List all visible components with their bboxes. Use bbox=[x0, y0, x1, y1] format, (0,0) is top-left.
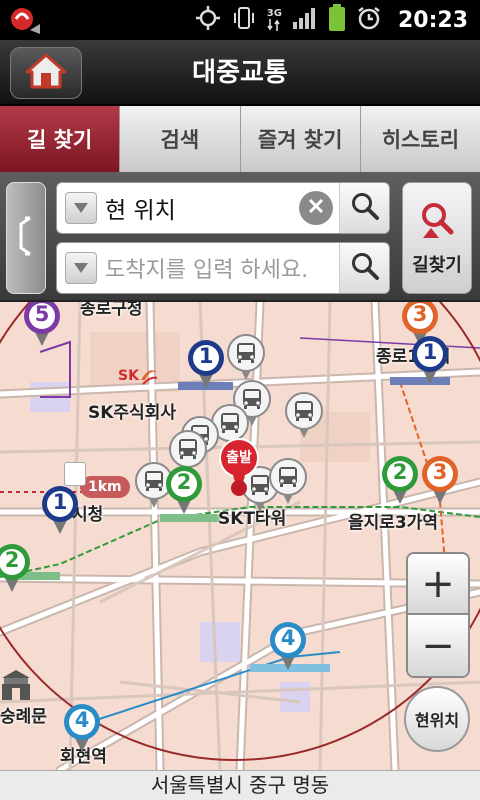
swap-origin-destination-button[interactable] bbox=[6, 182, 46, 294]
home-icon bbox=[24, 52, 68, 94]
marker-line4-center[interactable]: 4 bbox=[268, 620, 308, 672]
sk-logo-text: SK bbox=[118, 368, 139, 384]
marker-line1-top[interactable]: 1 bbox=[186, 338, 226, 390]
tab-route-search[interactable]: 길 찾기 bbox=[0, 106, 121, 172]
zoom-out-button[interactable]: − bbox=[408, 615, 468, 676]
bus-stop-marker[interactable] bbox=[226, 334, 266, 382]
gate-icon bbox=[0, 668, 32, 706]
status-bar: 3G 20:23 bbox=[0, 0, 480, 40]
origin-search-button[interactable] bbox=[339, 183, 389, 233]
signal-icon bbox=[292, 6, 318, 34]
bus-icon bbox=[285, 392, 323, 438]
bus-icon bbox=[269, 458, 307, 504]
marker-line5[interactable]: 5 bbox=[22, 302, 62, 348]
marker-line4-hoehyeon[interactable]: 4 bbox=[62, 702, 102, 754]
subway-line-number: 1 bbox=[198, 344, 214, 368]
marker-line3-euljiro[interactable]: 3 bbox=[420, 454, 460, 506]
destination-search-button[interactable] bbox=[339, 243, 389, 293]
triangle-down-icon bbox=[73, 199, 89, 218]
poi-icon bbox=[64, 462, 86, 486]
tab-history[interactable]: 히스토리 bbox=[360, 106, 480, 172]
find-route-label: 길찾기 bbox=[412, 254, 462, 276]
marker-line2-euljiro[interactable]: 2 bbox=[380, 454, 420, 506]
label-euljiro3ga: 을지로3가역 bbox=[348, 513, 439, 533]
subway-line-number: 3 bbox=[432, 460, 448, 484]
subway-line-number: 4 bbox=[280, 626, 296, 650]
subway-line-number: 1 bbox=[52, 490, 68, 514]
tab-favorites[interactable]: 즐겨 찾기 bbox=[240, 106, 361, 172]
swap-icon bbox=[15, 214, 37, 262]
route-search-panel: 현 위치 도착지를 입력 하세요. 길찾기 bbox=[0, 172, 480, 302]
subway-line-number: 2 bbox=[392, 460, 408, 484]
network-3g-icon: 3G bbox=[267, 9, 282, 31]
origin-dropdown-button[interactable] bbox=[65, 192, 97, 224]
my-location-button[interactable]: 현위치 bbox=[404, 686, 470, 752]
triangle-down-icon bbox=[73, 259, 89, 278]
bus-stop-marker[interactable] bbox=[268, 458, 308, 506]
subway-line-number: 2 bbox=[176, 470, 192, 494]
battery-icon bbox=[328, 4, 346, 36]
sk-logo-icon: SK bbox=[118, 366, 159, 386]
marker-line2-left[interactable]: 2 bbox=[0, 542, 32, 594]
label-jongno-gu: 종로구청 bbox=[80, 302, 143, 319]
tab-bar: 길 찾기 검색 즐겨 찾기 히스토리 bbox=[0, 106, 480, 172]
marker-line1-cityhall[interactable]: 1 bbox=[40, 484, 80, 536]
label-sk: SK주식회사 bbox=[88, 403, 176, 423]
network-type-label: 3G bbox=[266, 8, 282, 19]
start-marker-label: 출발 bbox=[226, 450, 252, 466]
search-icon bbox=[350, 191, 380, 225]
tab-search[interactable]: 검색 bbox=[120, 106, 241, 172]
clock: 20:23 bbox=[397, 7, 468, 33]
home-button[interactable] bbox=[10, 47, 82, 99]
alarm-icon bbox=[356, 5, 382, 35]
origin-input[interactable]: 현 위치 bbox=[105, 191, 299, 225]
subway-line-number: 5 bbox=[34, 302, 50, 326]
address-bar: 서울특별시 중구 명동 bbox=[0, 770, 480, 800]
find-route-button[interactable]: 길찾기 bbox=[402, 182, 472, 294]
origin-field[interactable]: 현 위치 bbox=[56, 182, 390, 234]
start-marker[interactable]: 출발 bbox=[218, 438, 260, 498]
title-bar: 대중교통 bbox=[0, 40, 480, 106]
search-icon bbox=[350, 251, 380, 285]
route-search-icon bbox=[417, 200, 457, 245]
scale-badge: 1km bbox=[80, 476, 130, 498]
bus-stop-marker[interactable] bbox=[284, 392, 324, 440]
destination-input[interactable]: 도착지를 입력 하세요. bbox=[105, 252, 339, 284]
destination-field[interactable]: 도착지를 입력 하세요. bbox=[56, 242, 390, 294]
marker-line1-top-right[interactable]: 1 bbox=[410, 334, 450, 386]
marker-line2-center[interactable]: 2 bbox=[164, 464, 204, 516]
subway-line-number: 4 bbox=[74, 708, 90, 732]
zoom-control: + − bbox=[406, 552, 470, 678]
gps-icon bbox=[195, 5, 221, 35]
destination-dropdown-button[interactable] bbox=[65, 252, 97, 284]
map-view[interactable]: SK 1km 종로구청 SK주식회사 종로1가역 시청 SKT타워 을지로3가역… bbox=[0, 302, 480, 770]
zoom-in-button[interactable]: + bbox=[408, 554, 468, 615]
bus-icon bbox=[227, 334, 265, 380]
subway-line-number: 3 bbox=[412, 302, 428, 326]
close-icon bbox=[308, 198, 324, 218]
label-sungnyemun: 숭례문 bbox=[0, 707, 47, 727]
subway-line-number: 2 bbox=[4, 548, 20, 572]
vibrate-icon bbox=[231, 5, 257, 35]
clear-origin-button[interactable] bbox=[299, 191, 333, 225]
subway-line-number: 1 bbox=[422, 340, 438, 364]
carrier-logo-icon bbox=[8, 4, 48, 40]
